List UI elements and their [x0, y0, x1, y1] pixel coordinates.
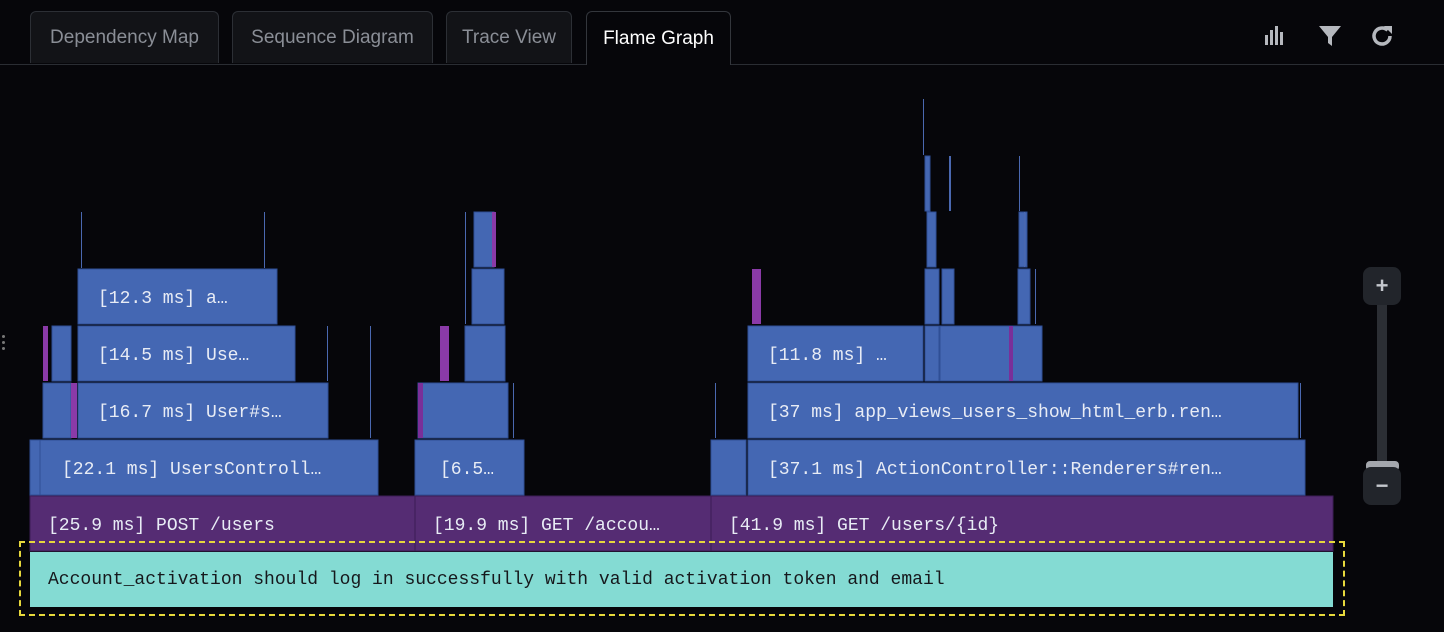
frame-use[interactable]: [14.5 ms] Use… — [77, 325, 296, 382]
zoom-in-button[interactable]: + — [1363, 267, 1401, 305]
frame-label: [11.8 ms] … — [768, 346, 887, 366]
flame-graph: [25.9 ms] POST /users [19.9 ms] GET /acc… — [29, 99, 1334, 552]
frame-small[interactable] — [464, 325, 506, 382]
frame-label: [6.5… — [440, 460, 494, 480]
frame-small[interactable] — [1018, 211, 1028, 268]
frame-small[interactable] — [710, 439, 747, 496]
frame-small[interactable] — [440, 326, 449, 381]
frame-small[interactable] — [43, 326, 48, 381]
frame-label: [14.5 ms] Use… — [98, 346, 249, 366]
frame-get-account[interactable]: [19.9 ms] GET /accou… — [414, 495, 712, 552]
frame-post-users[interactable]: [25.9 ms] POST /users — [29, 495, 416, 552]
zoom-out-button[interactable]: − — [1363, 467, 1401, 505]
frame-small[interactable] — [924, 325, 940, 382]
frame-small[interactable] — [473, 211, 495, 268]
selected-root-frame[interactable]: Account_activation should log in success… — [30, 552, 1333, 607]
frame-small[interactable] — [926, 211, 937, 268]
frame-users-controller[interactable]: [22.1 ms] UsersControll… — [29, 439, 379, 496]
frame-label: [19.9 ms] GET /accou… — [433, 516, 660, 536]
frame-small[interactable] — [42, 382, 72, 439]
frame-user-s[interactable]: [16.7 ms] User#s… — [77, 382, 329, 439]
frame-label: [25.9 ms] POST /users — [48, 516, 275, 536]
frame-eleven-eight[interactable]: [11.8 ms] … — [747, 325, 924, 382]
frame-small[interactable] — [924, 155, 931, 212]
root-frame-label: Account_activation should log in success… — [48, 569, 945, 590]
frame-a[interactable]: [12.3 ms] a… — [77, 268, 278, 325]
frame-small[interactable] — [752, 269, 761, 324]
frame-small[interactable] — [1009, 326, 1013, 381]
frame-small[interactable] — [941, 268, 955, 325]
frame-small[interactable] — [492, 212, 496, 267]
frame-label: [41.9 ms] GET /users/{id} — [729, 516, 999, 536]
frame-renderers[interactable]: [37.1 ms] ActionController::Renderers#re… — [747, 439, 1306, 496]
frame-small[interactable] — [417, 382, 509, 439]
frame-small[interactable] — [1017, 268, 1031, 325]
frame-small[interactable] — [418, 383, 423, 438]
frame-small[interactable] — [51, 325, 72, 382]
frame-label: [16.7 ms] User#s… — [98, 403, 282, 423]
frame-six-five[interactable]: [6.5… — [414, 439, 525, 496]
frame-app-views[interactable]: [37 ms] app_views_users_show_html_erb.re… — [747, 382, 1299, 439]
frame-small[interactable] — [471, 268, 505, 325]
frame-label: [12.3 ms] a… — [98, 289, 228, 309]
frame-small[interactable] — [939, 325, 1043, 382]
frame-small[interactable] — [71, 383, 77, 438]
frame-small[interactable] — [924, 268, 940, 325]
frame-label: [37.1 ms] ActionController::Renderers#re… — [768, 460, 1222, 480]
frame-label: [37 ms] app_views_users_show_html_erb.re… — [768, 403, 1222, 423]
frame-get-users-id[interactable]: [41.9 ms] GET /users/{id} — [710, 495, 1334, 552]
frame-label: [22.1 ms] UsersControll… — [62, 460, 321, 480]
